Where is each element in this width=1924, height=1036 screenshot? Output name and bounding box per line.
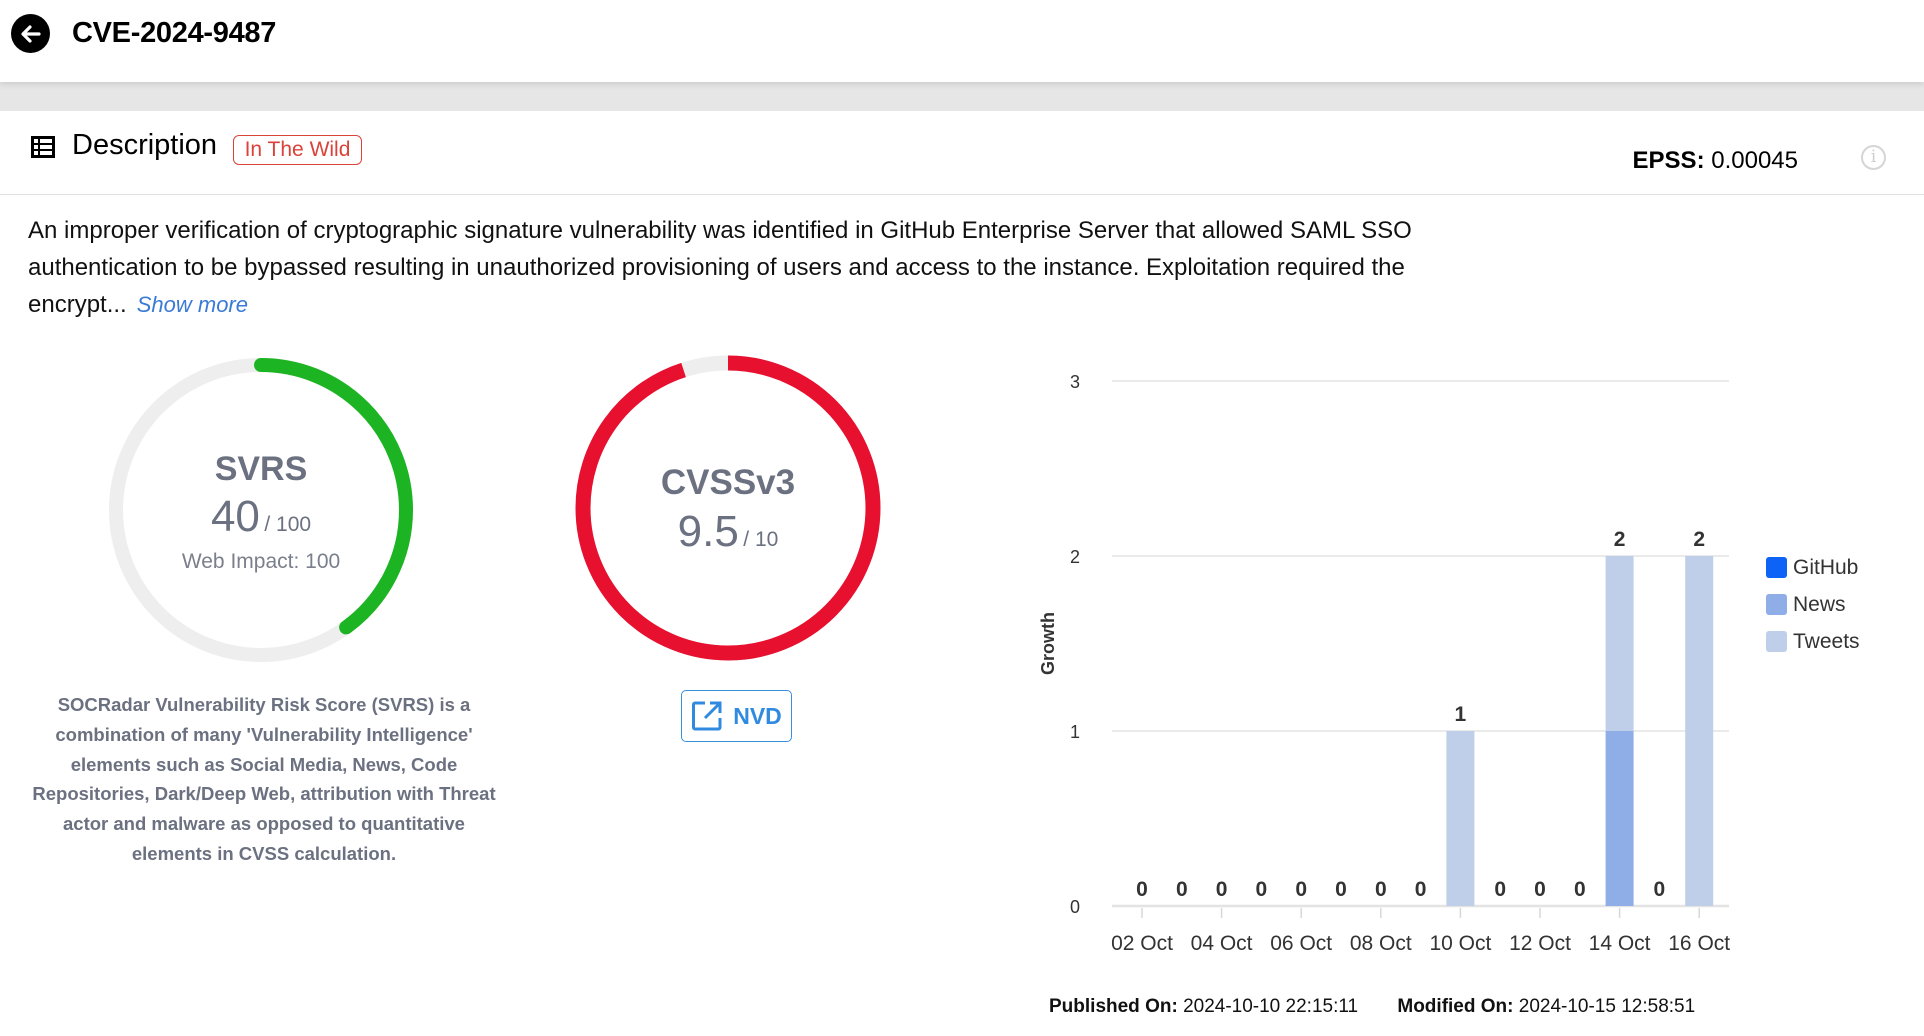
bar-tweets (1685, 556, 1714, 906)
x-tick-label: 04 Oct (1191, 932, 1253, 955)
svrs-label: SVRS (214, 450, 308, 488)
epss-score: EPSS: 0.00045 (1633, 147, 1798, 175)
legend-label: News (1793, 592, 1846, 616)
x-tick-label: 02 Oct (1111, 932, 1173, 955)
svrs-description: SOCRadar Vulnerability Risk Score (SVRS)… (32, 694, 496, 864)
arrow-left-icon (20, 24, 41, 43)
published-label: Published On: (1049, 996, 1178, 1017)
nvd-button[interactable]: NVD (681, 690, 792, 742)
chart-legend: GitHub News Tweets (1766, 549, 1860, 660)
x-tick-label: 12 Oct (1509, 932, 1571, 955)
bar-total-label: 0 (1494, 878, 1506, 901)
cvss-gauge: CVSSv3 9.5 / 10 (575, 355, 881, 661)
bar-tweets (1605, 556, 1634, 731)
bar-total-label: 0 (1574, 878, 1586, 901)
bar-total-label: 1 (1455, 703, 1467, 726)
x-tick-label: 16 Oct (1668, 932, 1730, 955)
epss-value: 0.00045 (1711, 147, 1798, 174)
list-icon (31, 136, 55, 158)
legend-swatch-github (1766, 557, 1787, 578)
modified-label: Modified On: (1397, 996, 1514, 1017)
description-card: Description In The Wild EPSS: 0.00045 i … (0, 111, 1924, 1036)
y-tick-label: 0 (1070, 897, 1080, 917)
legend-label: Tweets (1793, 629, 1860, 653)
y-tick-label: 1 (1070, 722, 1080, 742)
bar-total-label: 0 (1176, 878, 1188, 901)
bar-news (1605, 731, 1634, 906)
bar-total-label: 0 (1256, 878, 1268, 901)
external-link-icon (692, 701, 722, 731)
growth-chart: 0 1 2 3 Growth 02 Oct 04 Oct 06 Oct 08 Oct 10 Oct… (1038, 372, 1730, 955)
card-title: Description (72, 129, 218, 161)
legend-swatch-news (1766, 594, 1787, 615)
cvss-score-line: 9.5 / 10 (575, 507, 881, 557)
bar-total-label: 0 (1216, 878, 1228, 901)
section-separator (0, 82, 1924, 111)
bar-total-label: 0 (1654, 878, 1666, 901)
y-tick-label: 2 (1070, 547, 1080, 567)
x-tick-label: 14 Oct (1589, 932, 1651, 955)
bar-total-label: 0 (1295, 878, 1307, 901)
bar-total-label: 0 (1335, 878, 1347, 901)
y-axis-title: Growth (1038, 612, 1058, 675)
bar-total-label: 0 (1534, 878, 1546, 901)
legend-item-news[interactable]: News (1766, 586, 1860, 623)
epss-label: EPSS: (1632, 147, 1705, 174)
card-header: Description In The Wild EPSS: 0.00045 i (0, 111, 1924, 195)
svrs-score: 40 (210, 492, 260, 541)
published-value: 2024-10-10 22:15:11 (1183, 996, 1359, 1017)
cvss-score: 9.5 (677, 507, 739, 556)
back-button[interactable] (11, 14, 50, 53)
description-text: An improper verification of cryptographi… (28, 212, 1528, 323)
nvd-label: NVD (733, 702, 782, 729)
bar-total-label: 2 (1614, 528, 1626, 551)
legend-label: GitHub (1793, 555, 1859, 579)
legend-item-github[interactable]: GitHub (1766, 549, 1860, 586)
bar-total-label: 2 (1693, 528, 1705, 551)
bar-total-label: 0 (1136, 878, 1148, 901)
cvss-max: / 10 (743, 528, 779, 551)
legend-swatch-tweets (1766, 631, 1787, 652)
x-tick-label: 08 Oct (1350, 932, 1412, 955)
svrs-max: / 100 (264, 513, 312, 536)
bar-total-label: 0 (1415, 878, 1427, 901)
cvss-label: CVSSv3 (660, 463, 796, 502)
y-tick-label: 3 (1070, 372, 1080, 392)
svrs-gauge: SVRS 40 / 100 Web Impact: 100 (105, 354, 417, 666)
info-circle-icon[interactable]: i (1861, 145, 1886, 170)
svrs-score-line: 40 / 100 (105, 492, 417, 542)
web-impact: Web Impact: 100 (181, 550, 341, 573)
modified-value: 2024-10-15 12:58:51 (1518, 996, 1696, 1017)
dates-footer: Published On: 2024-10-10 22:15:11 Modifi… (1049, 996, 1695, 1018)
show-more-link[interactable]: Show more (137, 292, 248, 317)
top-bar: CVE-2024-9487 (0, 0, 1924, 82)
bar-total-label: 0 (1375, 878, 1387, 901)
in-the-wild-badge: In The Wild (233, 135, 362, 165)
x-tick-label: 06 Oct (1270, 932, 1332, 955)
page-title: CVE-2024-9487 (72, 17, 277, 49)
x-tick-label: 10 Oct (1429, 932, 1491, 955)
bar-tweets (1446, 731, 1475, 906)
legend-item-tweets[interactable]: Tweets (1766, 623, 1860, 660)
